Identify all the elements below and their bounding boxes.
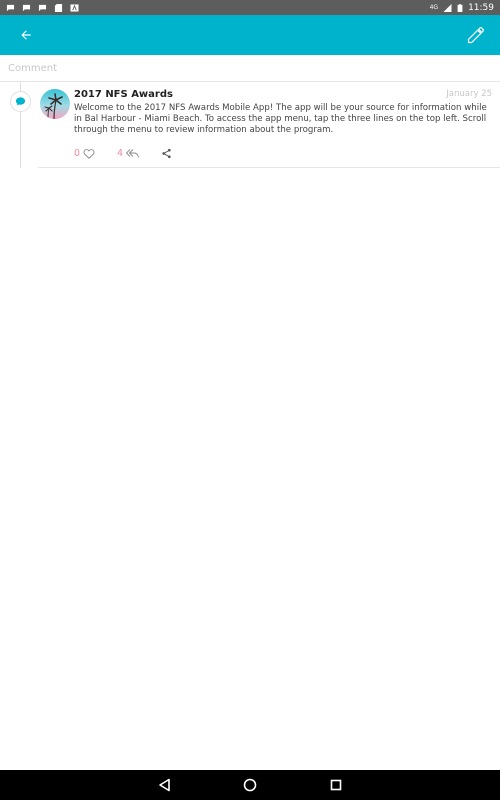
status-indicators: 4G 11:59	[430, 3, 494, 13]
like-count: 0	[74, 147, 81, 159]
share-icon	[162, 148, 171, 158]
back-button[interactable]	[14, 23, 38, 47]
status-bar: 4G 11:59	[0, 0, 500, 15]
reply-button[interactable]: 4	[117, 147, 140, 159]
heart-icon	[83, 148, 95, 159]
home-circle-icon	[243, 778, 257, 792]
network-type: 4G	[429, 4, 439, 11]
notification-icons	[6, 3, 79, 12]
share-button[interactable]	[161, 148, 172, 159]
avatar[interactable]	[40, 89, 70, 119]
edit-button[interactable]	[464, 23, 488, 47]
chat-icon	[38, 4, 47, 11]
post-card[interactable]: 2017 NFS Awards January 25 Welcome to th…	[38, 82, 500, 168]
timeline-badge	[10, 91, 31, 112]
post-date: January 25	[446, 89, 492, 99]
battery-icon	[457, 3, 463, 12]
pencil-icon	[467, 26, 485, 44]
back-triangle-icon	[158, 778, 170, 792]
nav-recents-button[interactable]	[327, 776, 345, 794]
recents-square-icon	[330, 779, 342, 791]
app-icon	[70, 3, 79, 12]
palm-tree-logo-icon	[40, 89, 70, 119]
nav-back-button[interactable]	[155, 776, 173, 794]
post-author[interactable]: 2017 NFS Awards	[74, 89, 173, 100]
reply-count: 4	[117, 147, 124, 159]
signal-icon	[443, 3, 452, 12]
comment-bar	[0, 55, 500, 82]
sd-card-icon	[54, 3, 63, 12]
clock: 11:59	[468, 2, 494, 13]
speech-bubble-icon	[15, 97, 26, 106]
system-nav-bar	[0, 770, 500, 800]
comment-input[interactable]	[8, 62, 488, 74]
post-actions: 0 4	[74, 146, 172, 160]
chat-icon	[22, 4, 31, 11]
chat-icon	[6, 4, 15, 11]
like-button[interactable]: 0	[74, 148, 95, 159]
nav-home-button[interactable]	[241, 776, 259, 794]
arrow-back-icon	[21, 30, 31, 40]
post-body: Welcome to the 2017 NFS Awards Mobile Ap…	[74, 103, 487, 135]
reply-all-icon	[126, 148, 140, 158]
app-bar	[0, 15, 500, 55]
